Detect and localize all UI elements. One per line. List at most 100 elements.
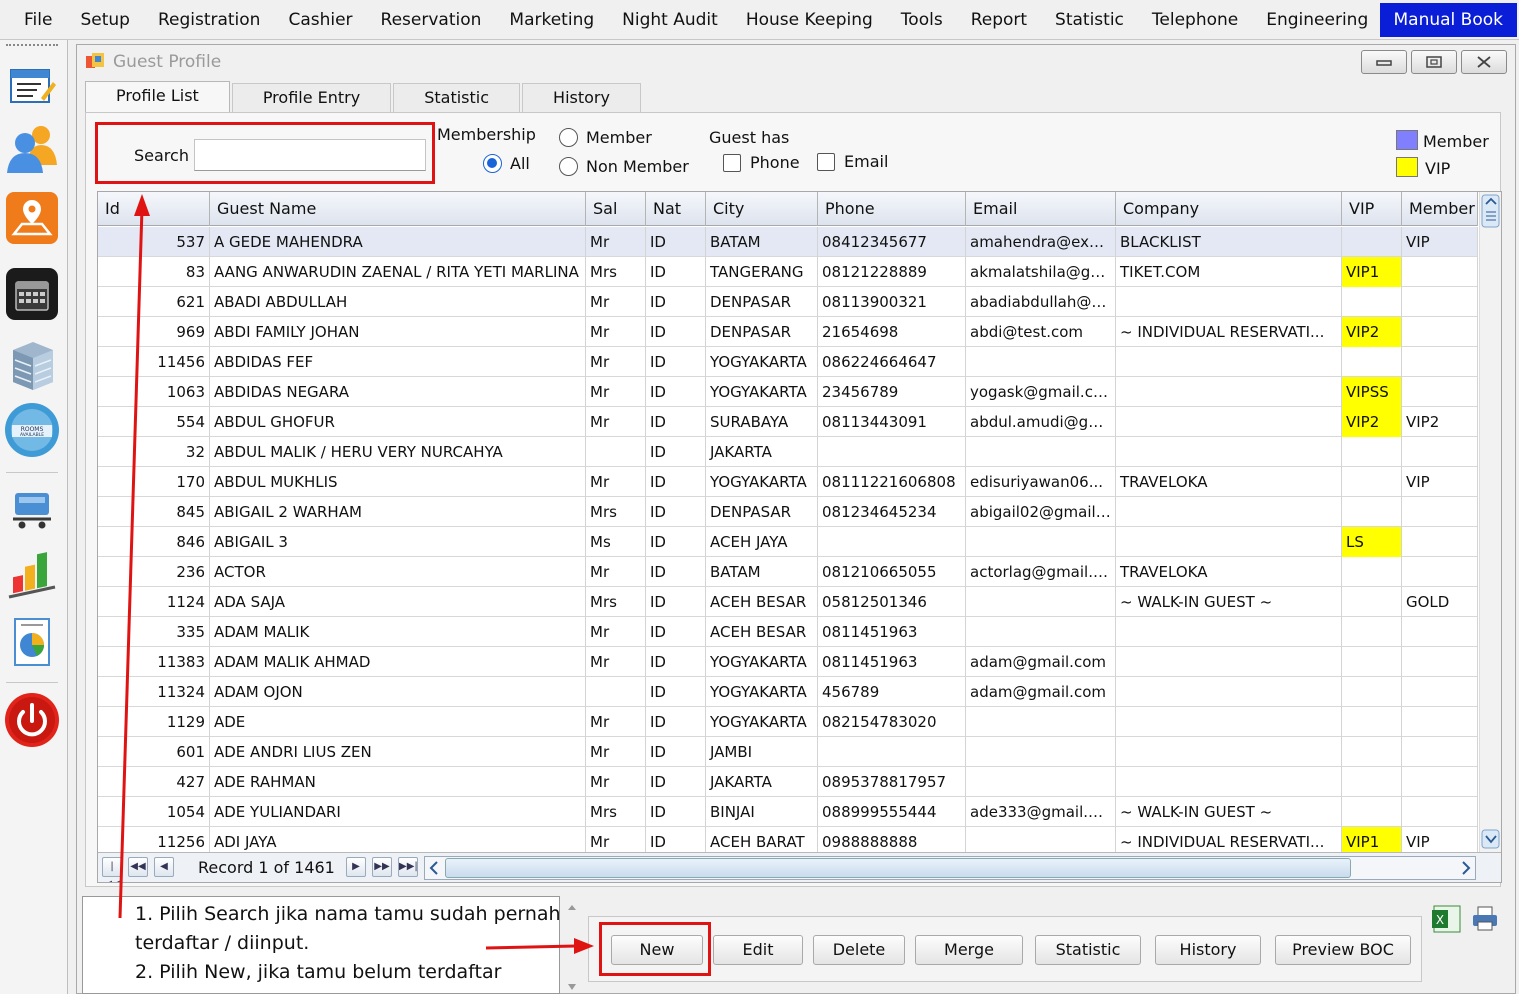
menu-file[interactable]: File — [0, 0, 66, 40]
column-header-id[interactable]: Id — [98, 192, 210, 226]
table-row[interactable]: 846 ABIGAIL 3 Ms ID ACEH JAYA LS — [98, 527, 1478, 557]
menu-registration[interactable]: Registration — [144, 0, 275, 40]
table-row[interactable]: 1054 ADE YULIANDARI Mrs ID BINJAI 08899955544… — [98, 797, 1478, 827]
column-header-nat[interactable]: Nat — [646, 192, 706, 226]
guests-icon[interactable] — [4, 120, 60, 176]
table-row[interactable]: 11383 ADAM MALIK AHMAD Mr ID YOGYAKARTA 08114… — [98, 647, 1478, 677]
table-row[interactable]: 11324 ADAM OJON ID YOGYAKARTA 456789 adam@gma… — [98, 677, 1478, 707]
cell-sal: Mr — [586, 647, 646, 677]
statistic-button[interactable]: Statistic — [1035, 935, 1141, 965]
first-record-button[interactable]: |◀◀ — [102, 857, 122, 882]
horizontal-scroll-thumb[interactable] — [445, 858, 1351, 878]
menu-marketing[interactable]: Marketing — [495, 0, 608, 40]
cell-sal: Mr — [586, 317, 646, 347]
column-header-sal[interactable]: Sal — [586, 192, 646, 226]
menu-engineering[interactable]: Engineering — [1252, 0, 1382, 40]
prev-record-button[interactable]: ◀ — [154, 857, 174, 877]
power-icon[interactable] — [4, 692, 60, 748]
edit-button[interactable]: Edit — [713, 935, 803, 965]
cell-sal: Mr — [586, 377, 646, 407]
vertical-scrollbar[interactable] — [1479, 192, 1501, 852]
email-checkbox[interactable] — [817, 153, 835, 171]
table-row[interactable]: 236 ACTOR Mr ID BATAM 081210665055 actorlag@gm… — [98, 557, 1478, 587]
menu-manual-book[interactable]: Manual Book — [1379, 3, 1517, 37]
table-row[interactable]: 1129 ADE Mr ID YOGYAKARTA 082154783020 — [98, 707, 1478, 737]
printer-icon[interactable] — [1470, 904, 1500, 932]
table-row[interactable]: 969 ABDI FAMILY JOHAN Mr ID DENPASAR 21654698… — [98, 317, 1478, 347]
pie-report-icon[interactable] — [4, 614, 60, 670]
scroll-right-icon[interactable] — [1457, 857, 1475, 879]
cell-company — [1116, 497, 1342, 527]
cell-member — [1402, 647, 1478, 677]
tab-profile-entry[interactable]: Profile Entry — [231, 83, 392, 113]
table-row[interactable]: 1063 ABDIDAS NEGARA Mr ID YOGYAKARTA 23456789… — [98, 377, 1478, 407]
radio-non-member[interactable] — [559, 157, 578, 176]
column-header-guest-name[interactable]: Guest Name — [210, 192, 586, 226]
table-row[interactable]: 11456 ABDIDAS FEF Mr ID YOGYAKARTA 0862246646… — [98, 347, 1478, 377]
table-row[interactable]: 1124 ADA SAJA Mrs ID ACEH BESAR 05812501346 ~ … — [98, 587, 1478, 617]
menu-tools[interactable]: Tools — [887, 0, 957, 40]
close-button[interactable] — [1461, 50, 1507, 74]
menu-report[interactable]: Report — [957, 0, 1041, 40]
search-input[interactable] — [194, 139, 426, 171]
menu-setup[interactable]: Setup — [66, 0, 143, 40]
column-header-city[interactable]: City — [706, 192, 818, 226]
menu-cashier[interactable]: Cashier — [274, 0, 366, 40]
cell-id: 1124 — [98, 587, 210, 617]
menu-telephone[interactable]: Telephone — [1138, 0, 1252, 40]
table-row[interactable]: 83 AANG ANWARUDIN ZAENAL / RITA YETI MARL… — [98, 257, 1478, 287]
table-row[interactable]: 170 ABDUL MUKHLIS Mr ID YOGYAKARTA 0811122160… — [98, 467, 1478, 497]
menu-statistic[interactable]: Statistic — [1041, 0, 1138, 40]
phone-checkbox[interactable] — [723, 154, 741, 172]
next-page-button[interactable]: ▶▶ — [372, 857, 392, 877]
table-row[interactable]: 32 ABDUL MALIK / HERU VERY NURCAHYA ID JAKA… — [98, 437, 1478, 467]
menu-reservation[interactable]: Reservation — [367, 0, 496, 40]
cell-company — [1116, 767, 1342, 797]
last-record-button[interactable]: ▶▶| — [398, 857, 418, 877]
building-icon[interactable] — [4, 336, 60, 392]
table-row[interactable]: 845 ABIGAIL 2 WARHAM Mrs ID DENPASAR 08123464… — [98, 497, 1478, 527]
shopping-cart-icon[interactable] — [4, 480, 60, 536]
column-header-phone[interactable]: Phone — [818, 192, 966, 226]
sidebar-divider — [6, 682, 58, 683]
column-header-company[interactable]: Company — [1116, 192, 1342, 226]
scroll-down-icon[interactable] — [1480, 828, 1502, 850]
map-location-icon[interactable] — [4, 190, 60, 246]
minimize-button[interactable] — [1361, 50, 1407, 74]
horizontal-scrollbar[interactable] — [424, 856, 1476, 880]
table-row[interactable]: 335 ADAM MALIK Mr ID ACEH BESAR 0811451963 — [98, 617, 1478, 647]
tab-statistic[interactable]: Statistic — [393, 83, 521, 113]
preview-boc-button[interactable]: Preview BOC — [1275, 935, 1411, 965]
scroll-left-icon[interactable] — [425, 857, 443, 879]
rooms-available-icon[interactable]: ROOMS AVAILABLE — [4, 402, 60, 458]
menu-night-audit[interactable]: Night Audit — [608, 0, 732, 40]
table-row[interactable]: 427 ADE RAHMAN Mr ID JAKARTA 0895378817957 — [98, 767, 1478, 797]
cell-email: ade333@gmail.com — [966, 797, 1116, 827]
calendar-icon[interactable] — [4, 266, 60, 322]
radio-member[interactable] — [559, 128, 578, 147]
tab-history[interactable]: History — [522, 83, 641, 113]
guest-form-icon[interactable] — [4, 58, 60, 114]
next-record-button[interactable]: ▶ — [346, 857, 366, 877]
column-header-vip[interactable]: VIP — [1342, 192, 1402, 226]
table-row[interactable]: 601 ADE ANDRI LIUS ZEN Mr ID JAMBI — [98, 737, 1478, 767]
radio-all[interactable] — [483, 154, 502, 173]
merge-button[interactable]: Merge — [915, 935, 1023, 965]
restore-button[interactable] — [1411, 50, 1457, 74]
menu-house-keeping[interactable]: House Keeping — [732, 0, 887, 40]
table-row[interactable]: 554 ABDUL GHOFUR Mr ID SURABAYA 08113443091 ab… — [98, 407, 1478, 437]
prev-page-button[interactable]: ◀◀ — [128, 857, 148, 877]
scroll-up-icon[interactable] — [1480, 192, 1502, 228]
column-header-email[interactable]: Email — [966, 192, 1116, 226]
column-header-member[interactable]: Member — [1402, 192, 1478, 226]
excel-export-icon[interactable]: X — [1430, 902, 1462, 934]
tab-profile-list[interactable]: Profile List — [85, 81, 230, 113]
bar-chart-icon[interactable] — [4, 546, 60, 602]
table-row[interactable]: 621 ABADI ABDULLAH Mr ID DENPASAR 08113900321… — [98, 287, 1478, 317]
table-row[interactable]: 537 A GEDE MAHENDRA Mr ID BATAM 08412345677 am… — [98, 227, 1478, 257]
cell-guest-name: ADA SAJA — [210, 587, 586, 617]
history-button[interactable]: History — [1155, 935, 1261, 965]
cell-company — [1116, 647, 1342, 677]
delete-button[interactable]: Delete — [813, 935, 905, 965]
cell-vip — [1342, 737, 1402, 767]
